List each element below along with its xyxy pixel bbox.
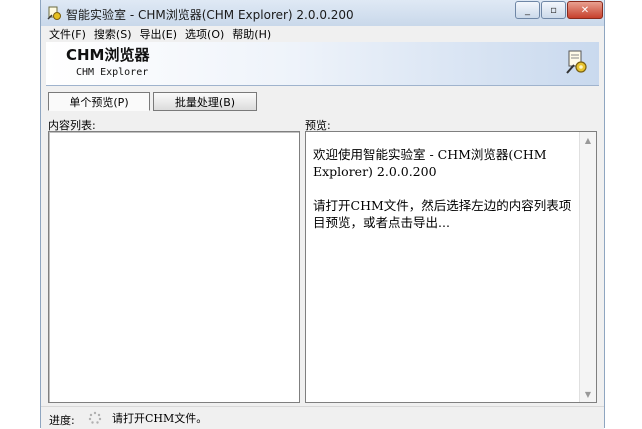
scroll-down-icon[interactable]: ▼ bbox=[580, 386, 596, 402]
minimize-icon: _ bbox=[525, 4, 530, 16]
menu-file[interactable]: 文件(F) bbox=[49, 26, 86, 42]
window-title: 智能实验室 - CHM浏览器(CHM Explorer) 2.0.0.200 bbox=[66, 8, 354, 22]
menu-help[interactable]: 帮助(H) bbox=[232, 26, 271, 42]
tab-single-preview[interactable]: 单个预览(P) bbox=[48, 92, 150, 111]
preview-content: 欢迎使用智能实验室 - CHM浏览器(CHM Explorer) 2.0.0.2… bbox=[313, 146, 575, 248]
preview-instruction-text: 请打开CHM文件，然后选择左边的内容列表项目预览，或者点击导出... bbox=[313, 198, 572, 230]
menu-options[interactable]: 选项(O) bbox=[185, 26, 224, 42]
tab-batch-process[interactable]: 批量处理(B) bbox=[153, 92, 257, 111]
preview-scrollbar[interactable]: ▲ ▼ bbox=[579, 132, 596, 402]
menu-search[interactable]: 搜索(S) bbox=[94, 26, 132, 42]
spinner-icon bbox=[88, 411, 102, 424]
header-banner: CHM浏览器 CHM Explorer bbox=[46, 42, 599, 86]
status-text: 请打开CHM文件。 bbox=[112, 412, 208, 425]
menu-bar: 文件(F) 搜索(S) 导出(E) 选项(O) 帮助(H) bbox=[41, 26, 604, 41]
preview-pane[interactable]: 欢迎使用智能实验室 - CHM浏览器(CHM Explorer) 2.0.0.2… bbox=[305, 131, 597, 403]
preview-welcome-text: 欢迎使用智能实验室 - CHM浏览器(CHM Explorer) 2.0.0.2… bbox=[313, 147, 547, 179]
main-window: 智能实验室 - CHM浏览器(CHM Explorer) 2.0.0.200 _… bbox=[40, 0, 605, 429]
progress-label: 进度: bbox=[49, 414, 75, 427]
minimize-button[interactable]: _ bbox=[515, 1, 540, 19]
maximize-icon: ▫ bbox=[550, 4, 557, 16]
close-button[interactable]: ✕ bbox=[567, 1, 603, 19]
close-icon: ✕ bbox=[580, 4, 590, 16]
status-bar: 进度: 请打开CHM文件。 bbox=[41, 406, 604, 429]
banner-title: CHM浏览器 bbox=[66, 46, 150, 64]
banner-subtitle: CHM Explorer bbox=[76, 67, 149, 78]
title-bar[interactable]: 智能实验室 - CHM浏览器(CHM Explorer) 2.0.0.200 _… bbox=[41, 0, 604, 27]
scroll-up-icon[interactable]: ▲ bbox=[580, 132, 596, 148]
content-list[interactable] bbox=[48, 131, 300, 403]
app-icon bbox=[47, 6, 61, 20]
menu-export[interactable]: 导出(E) bbox=[140, 26, 178, 42]
maximize-button[interactable]: ▫ bbox=[541, 1, 566, 19]
gear-pen-icon bbox=[566, 50, 587, 74]
